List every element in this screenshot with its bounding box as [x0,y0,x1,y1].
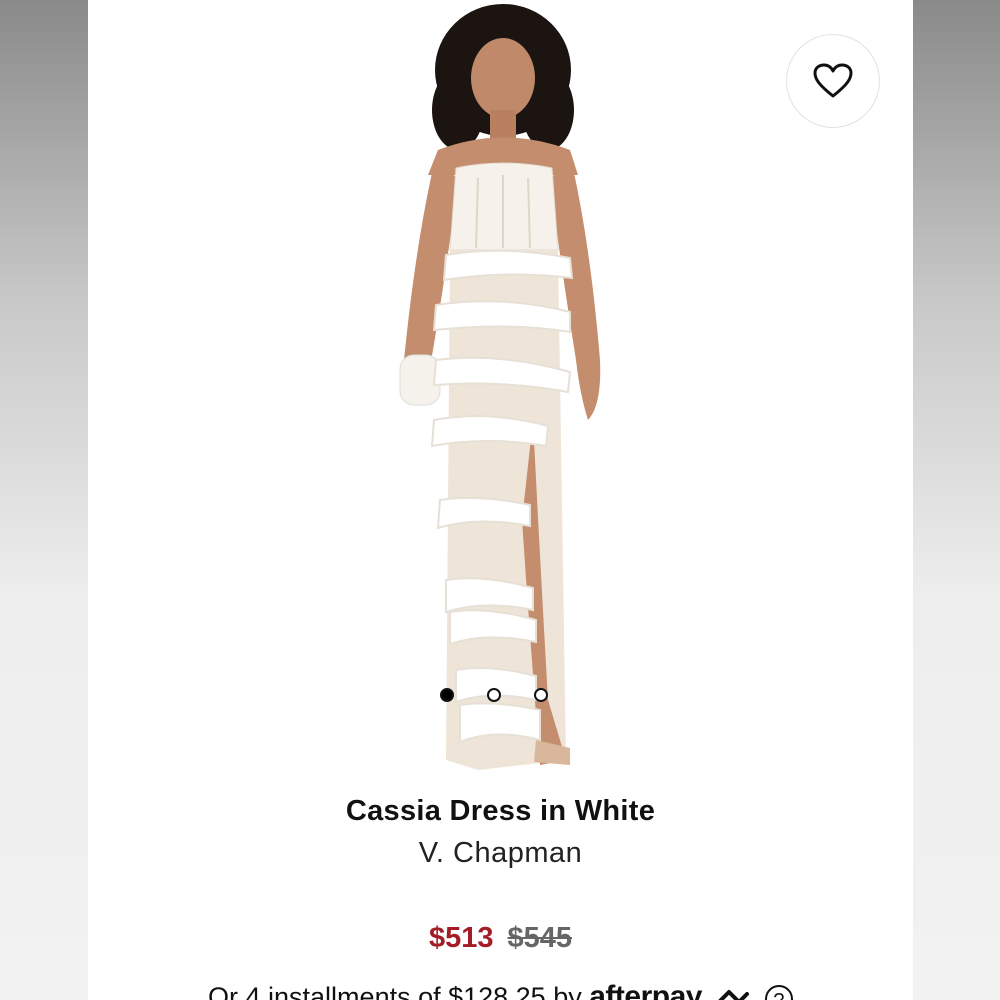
product-brand-link[interactable]: V. Chapman [88,837,913,870]
price-block: $513 $545 [88,922,913,955]
product-title: Cassia Dress in White [345,795,656,827]
sale-price: $513 [428,922,494,954]
wishlist-button[interactable] [786,34,880,128]
carousel-dot-2[interactable] [487,688,501,702]
carousel-dot-1[interactable] [440,688,454,702]
screenshot-frame: Cassia Dress in White V. Chapman $513 $54… [0,0,1000,1000]
carousel-indicators [440,688,548,702]
original-price: $545 [507,922,573,954]
afterpay-brand: afterpay [589,980,702,1000]
left-backdrop [0,0,88,1000]
heart-icon [813,63,853,98]
afterpay-loop-icon [718,989,750,1000]
info-icon[interactable]: ? [764,984,793,1000]
carousel-dot-3[interactable] [534,688,548,702]
right-backdrop [913,0,1000,1000]
installments-text: Or 4 installments of $128.25 by [208,982,582,1000]
product-image[interactable] [308,0,693,780]
afterpay-installments: Or 4 installments of $128.25 by afterpay… [88,980,913,1000]
product-card: Cassia Dress in White V. Chapman $513 $54… [88,0,913,1000]
